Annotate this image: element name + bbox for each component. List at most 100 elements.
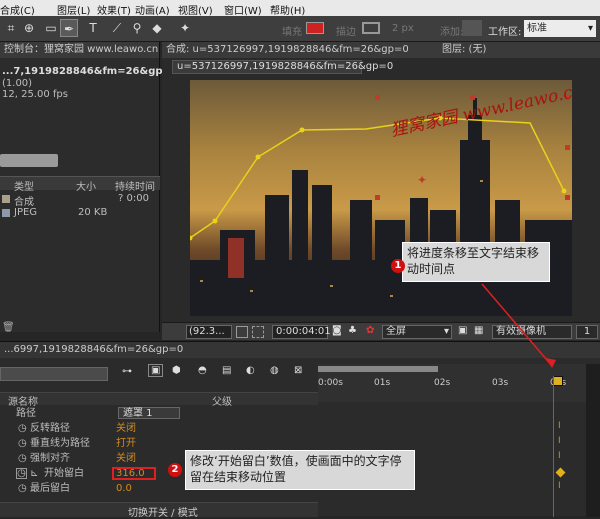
- start-offset-value[interactable]: 316.0: [112, 467, 156, 480]
- project-item-name: ...7,1919828846&fm=26&gp=0▾: [2, 66, 183, 77]
- time-indicator-line: [553, 376, 554, 517]
- row-duration: ? 0:00: [118, 193, 149, 204]
- project-search-input[interactable]: [0, 154, 58, 167]
- col-type[interactable]: 类型: [14, 178, 34, 193]
- mask-select[interactable]: 遮罩 1: [118, 407, 180, 419]
- work-area-bar[interactable]: [318, 366, 438, 372]
- property-value[interactable]: 关闭: [116, 451, 136, 466]
- comp-color-label: [2, 195, 10, 203]
- snapshot-icon[interactable]: ◙: [332, 325, 342, 336]
- region-of-interest-icon[interactable]: ▣: [458, 325, 467, 336]
- compact-icon[interactable]: ⊶: [122, 366, 132, 377]
- menu-bar: 合成(C) 图层(L) 效果(T) 动画(A) 视图(V) 窗口(W) 帮助(H…: [0, 0, 600, 17]
- property-row[interactable]: ◷ 垂直线为路径 打开: [0, 436, 318, 451]
- keyframe-marker[interactable]: I: [558, 451, 561, 461]
- tick-label: 01s: [374, 378, 391, 388]
- view-select[interactable]: 1: [576, 325, 598, 339]
- property-label: 强制对齐: [30, 453, 70, 464]
- property-label: 反转路径: [30, 423, 70, 434]
- keyframe-marker[interactable]: I: [558, 436, 561, 446]
- keyframe-marker[interactable]: I: [558, 481, 561, 491]
- col-size[interactable]: 大小: [76, 178, 96, 193]
- project-row[interactable]: 合成 ? 0:00: [0, 192, 160, 208]
- fill-color-swatch[interactable]: [306, 22, 324, 34]
- hide-shy-icon[interactable]: ◓: [198, 365, 207, 376]
- project-column-header: 类型 大小 持续时间: [0, 176, 160, 193]
- menu-layer[interactable]: 图层(L): [57, 2, 90, 17]
- text-tool-icon[interactable]: T: [84, 19, 102, 37]
- rect-mask-icon[interactable]: ▭: [42, 19, 60, 37]
- menu-effect[interactable]: 效果(T): [97, 2, 131, 17]
- menu-help[interactable]: 帮助(H): [270, 2, 305, 17]
- fill-label: 填充: [282, 27, 302, 38]
- chevron-down-icon: ▾: [443, 326, 449, 337]
- motion-blur-icon[interactable]: ◐: [246, 365, 255, 376]
- menu-view[interactable]: 视图(V): [178, 2, 213, 17]
- add-dropdown[interactable]: [462, 20, 482, 36]
- project-tab[interactable]: 控制台：狸窝家园 www.leawo.cn: [0, 42, 159, 58]
- stopwatch-icon[interactable]: ◷: [18, 436, 27, 451]
- keyframe-diamond-icon[interactable]: [555, 467, 566, 478]
- col-duration[interactable]: 持续时间: [115, 178, 155, 193]
- property-row[interactable]: 路径 遮罩 1: [0, 406, 318, 421]
- keyframe-marker[interactable]: I: [558, 421, 561, 431]
- comp-tab[interactable]: 合成: u=537126997,1919828846&fm=26&gp=0: [166, 44, 409, 55]
- stroke-width[interactable]: 2 px: [392, 23, 414, 34]
- zoom-select[interactable]: (92.3...: [186, 325, 232, 339]
- stopwatch-icon[interactable]: ◷: [18, 421, 27, 436]
- anchor-point-icon: ✦: [417, 173, 427, 187]
- property-value[interactable]: 打开: [116, 436, 136, 451]
- graph-icon[interactable]: ⊾: [30, 466, 38, 481]
- comp-mini-flowchart-icon[interactable]: ▣: [148, 364, 164, 377]
- show-snapshot-icon[interactable]: ♣: [348, 325, 357, 336]
- toggle-switches-modes[interactable]: 切换开关 / 模式: [128, 504, 198, 519]
- layer-tab[interactable]: 图层: (无): [442, 42, 486, 58]
- puppet-pin-icon[interactable]: ✦: [176, 19, 194, 37]
- eraser-icon[interactable]: ◆: [148, 19, 166, 37]
- region-icon[interactable]: [252, 326, 264, 338]
- row-type: JPEG: [14, 207, 38, 218]
- tick-label: 02s: [434, 378, 451, 388]
- stopwatch-icon[interactable]: ◷: [18, 481, 27, 496]
- stopwatch-active-icon[interactable]: ◷: [16, 468, 27, 479]
- current-time-indicator[interactable]: [553, 376, 563, 386]
- callout-text: 将进度条移至文字结束移动时间点: [407, 246, 540, 276]
- comp-subtab[interactable]: u=537126997,1919828846&fm=26&gp=0: [172, 60, 393, 74]
- current-time-display[interactable]: 0:00:04:01: [272, 325, 331, 339]
- trash-icon[interactable]: 🗑: [2, 322, 15, 333]
- workspace-select[interactable]: 标准 ▾: [524, 20, 596, 37]
- project-row[interactable]: JPEG 20 KB: [0, 206, 160, 220]
- property-value[interactable]: 关闭: [116, 421, 136, 436]
- project-tab-label: 控制台：狸窝家园 www.leawo.cn: [4, 44, 159, 55]
- menu-composition[interactable]: 合成(C): [0, 2, 35, 17]
- brainstorm-icon[interactable]: ◍: [270, 365, 279, 376]
- brush-tool-icon[interactable]: ⟋: [108, 19, 126, 37]
- graph-editor-icon[interactable]: ⊠: [294, 365, 302, 376]
- menu-animation[interactable]: 动画(A): [135, 2, 170, 17]
- workspace-label: 工作区:: [488, 27, 522, 38]
- clone-stamp-icon[interactable]: ⚲: [128, 19, 146, 37]
- property-value[interactable]: 0.0: [116, 481, 132, 496]
- row-size: 20 KB: [78, 207, 108, 218]
- grid-icon[interactable]: [236, 326, 248, 338]
- callout-arrow-1: [481, 283, 556, 368]
- project-item-info-2: 12, 25.00 fps: [2, 89, 68, 100]
- stopwatch-icon[interactable]: ◷: [18, 451, 27, 466]
- camera-tool-icon[interactable]: ⌗: [2, 19, 20, 37]
- project-item-info-1: (1.00): [2, 78, 33, 89]
- timeline-scrollbar[interactable]: [586, 364, 600, 517]
- stroke-color-swatch[interactable]: [362, 22, 380, 34]
- draft-3d-icon[interactable]: ⬢: [172, 365, 181, 376]
- ruler-ticks: 0:00s 01s 02s 03s 04s: [318, 378, 586, 392]
- color-channel-icon[interactable]: ✿: [366, 325, 374, 336]
- property-row[interactable]: ◷ 反转路径 关闭: [0, 421, 318, 436]
- stroke-label: 描边: [336, 27, 356, 38]
- frame-blending-icon[interactable]: ▤: [222, 365, 231, 376]
- pan-behind-icon[interactable]: ⊕: [20, 19, 38, 37]
- callout-1: 1 将进度条移至文字结束移动时间点: [391, 242, 550, 282]
- menu-window[interactable]: 窗口(W): [224, 2, 262, 17]
- timeline-search-input[interactable]: [0, 367, 108, 381]
- pen-tool-icon[interactable]: ✒: [60, 19, 78, 37]
- resolution-select[interactable]: 全屏 ▾: [382, 325, 452, 339]
- callout-number: 1: [391, 259, 405, 273]
